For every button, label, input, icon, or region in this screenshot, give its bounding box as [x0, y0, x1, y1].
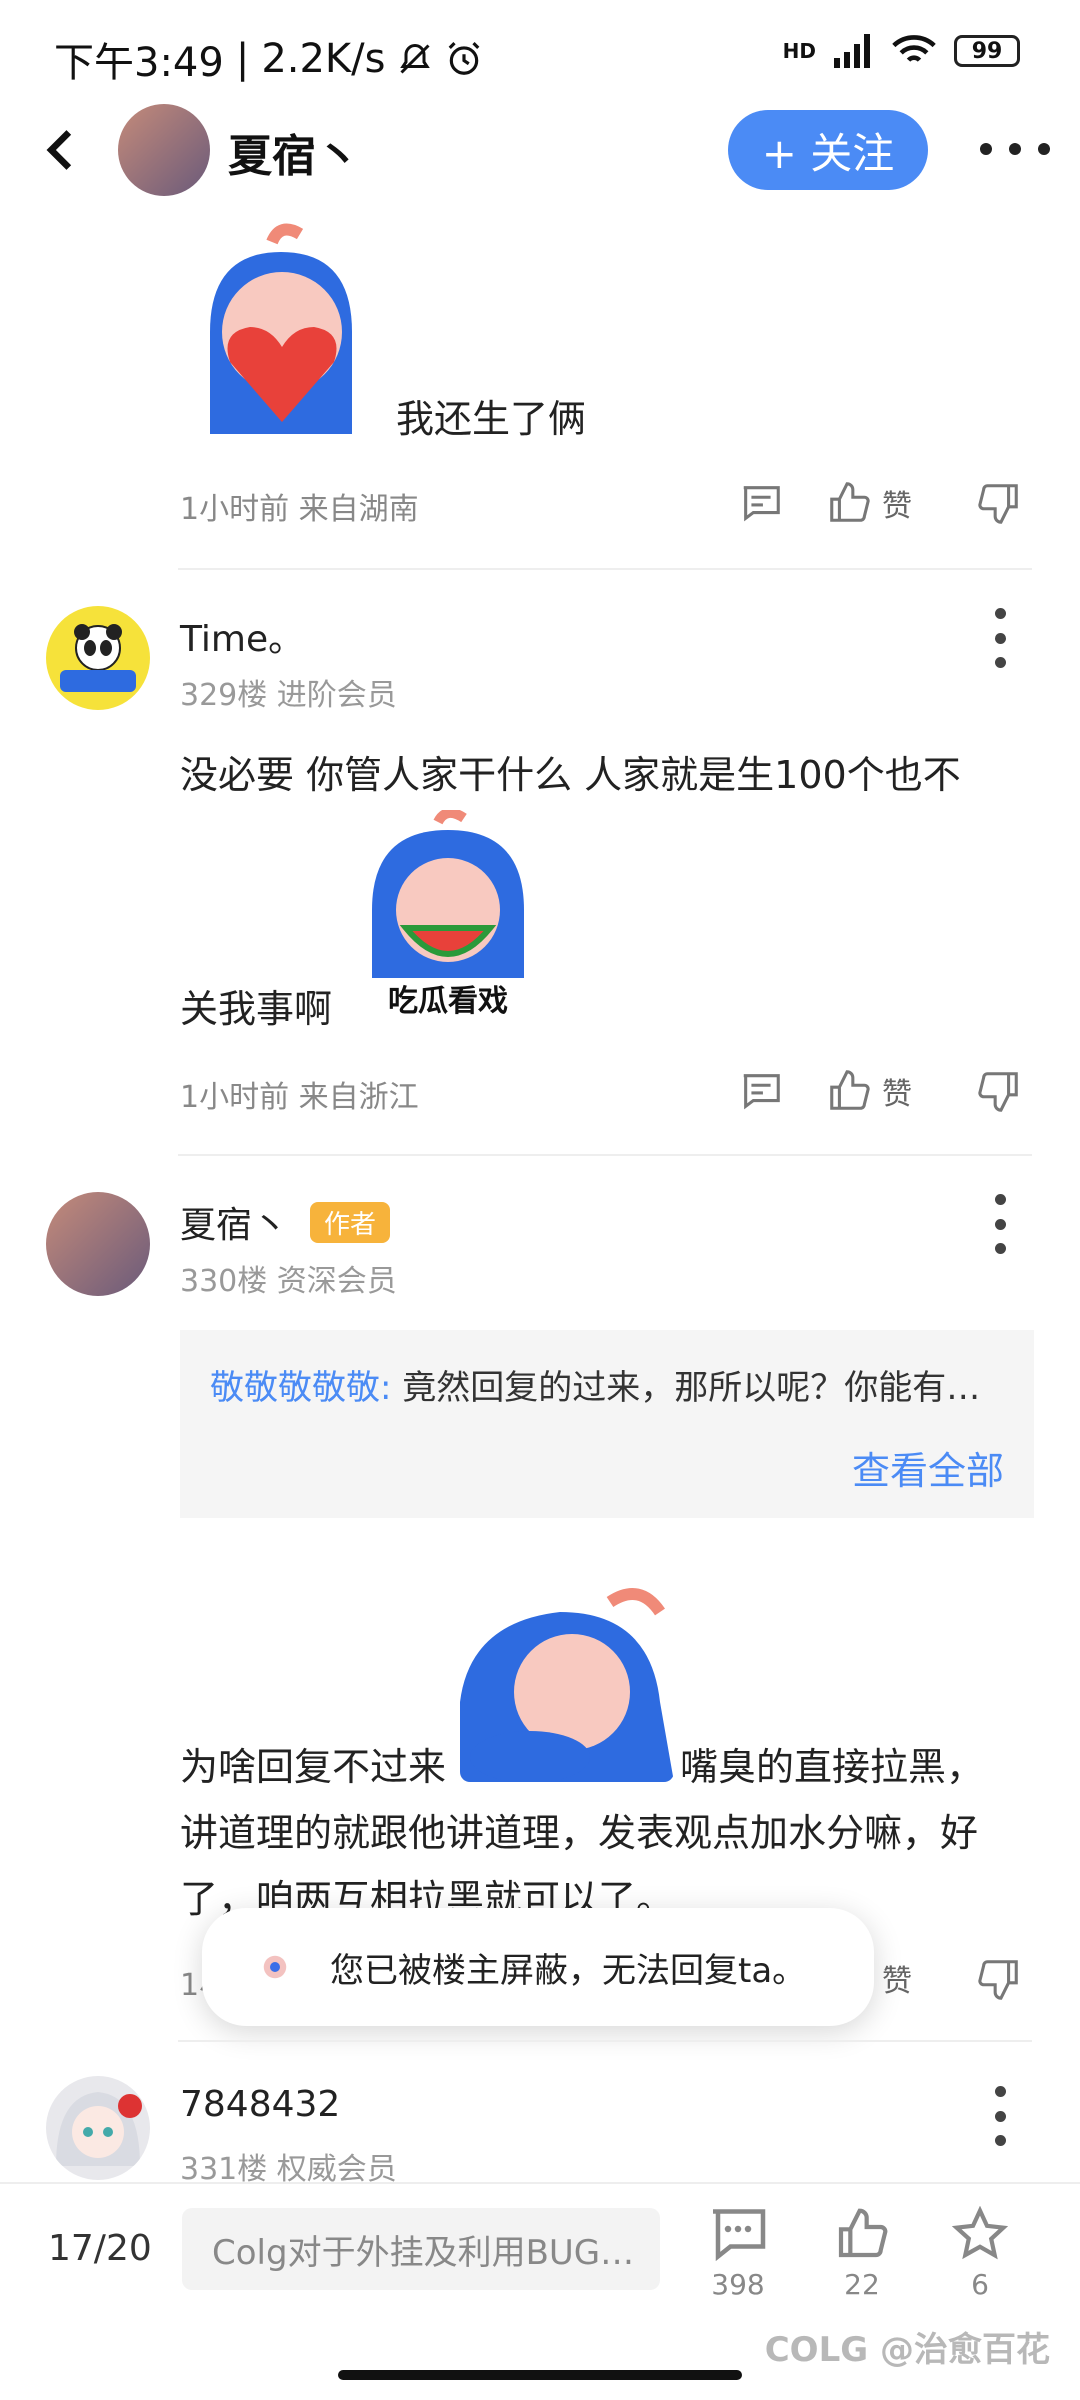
divider: [178, 1154, 1032, 1156]
toast-message: 您已被楼主屏蔽，无法回复ta。: [202, 1908, 874, 2026]
username[interactable]: Time。: [180, 610, 304, 662]
follow-button[interactable]: + 关注: [728, 110, 928, 190]
post-text: 为啥回复不过来: [180, 1745, 447, 1789]
post-meta: 1小时前 来自浙江: [180, 1080, 419, 1115]
floor-info: 329楼 进阶会员: [180, 678, 397, 713]
like-label: 赞: [882, 489, 912, 524]
watermelon-sticker: 吃瓜看戏: [356, 810, 540, 1020]
like-count: 22: [844, 2268, 880, 2301]
more-options-button[interactable]: [980, 124, 1050, 174]
mute-bell-icon: [400, 43, 431, 74]
dislike-button[interactable]: [976, 1068, 1022, 1114]
author-name[interactable]: 夏宿丶: [228, 120, 360, 184]
post-text: 嘴臭的直接拉黑，: [680, 1745, 985, 1789]
hd-label: HD: [782, 39, 816, 63]
quoted-reply[interactable]: 敬敬敬敬敬: 竟然回复的过来，那所以呢？你能有… 查看全部: [180, 1330, 1034, 1518]
author-badge: 作者: [310, 1201, 391, 1243]
app-logo-icon: [263, 1955, 287, 1979]
status-bar: 下午3:49 | 2.2K/s HD 99: [0, 0, 1080, 110]
comment-input[interactable]: Colg对于外挂及利用BUG…: [182, 2208, 660, 2290]
username[interactable]: 7848432: [180, 2084, 340, 2125]
username-row: 夏宿丶 作者: [180, 1196, 391, 1248]
star-icon: [951, 2206, 1009, 2260]
quote-text: 竟然回复的过来，那所以呢？你能有…: [402, 1368, 981, 1408]
author-avatar[interactable]: [118, 104, 210, 196]
network-speed: 2.2K/s: [261, 36, 386, 82]
status-left: 下午3:49 | 2.2K/s: [54, 30, 483, 88]
post-text: 没必要 你管人家干什么 人家就是生100个也不: [180, 753, 961, 797]
user-avatar[interactable]: [46, 2076, 150, 2180]
dislike-button[interactable]: [976, 480, 1022, 526]
sticker-caption: 吃瓜看戏: [388, 984, 508, 1019]
heart-sticker: [190, 222, 372, 434]
favorite-count: 6: [971, 2268, 989, 2301]
reply-button[interactable]: [738, 480, 784, 526]
view-all-link[interactable]: 查看全部: [852, 1440, 1004, 1495]
post-menu-button[interactable]: [990, 2086, 1010, 2146]
toast-text: 您已被楼主屏蔽，无法回复ta。: [330, 1950, 807, 1991]
like-label: 赞: [882, 1077, 912, 1112]
signal-icon: [834, 34, 870, 68]
page-indicator[interactable]: 17/20: [48, 2228, 152, 2269]
like-post-button[interactable]: 22: [832, 2206, 892, 2301]
comments-button[interactable]: 398: [708, 2206, 768, 2301]
username[interactable]: 夏宿丶: [180, 1196, 288, 1248]
thumbs-down-icon: [978, 1960, 1018, 2000]
back-button[interactable]: [30, 110, 90, 190]
divider: [178, 2040, 1032, 2042]
status-right: HD 99: [783, 34, 1020, 68]
resting-sticker: [460, 1582, 674, 1782]
home-indicator[interactable]: [338, 2370, 742, 2380]
alarm-icon: [449, 42, 480, 75]
watermark: COLG @治愈百花: [764, 2330, 1050, 2370]
post-menu-button[interactable]: [990, 608, 1010, 668]
comment-icon: [743, 486, 780, 522]
dislike-button[interactable]: [976, 1956, 1022, 2002]
clock: 下午3:49: [54, 40, 224, 86]
post-text: 我还生了俩: [396, 397, 587, 441]
thumbs-up-icon: [838, 2208, 888, 2258]
like-button[interactable]: 赞: [826, 480, 912, 526]
post-text: 讲道理的就跟他讲道理，发表观点加水分嘛，好: [180, 1811, 979, 1855]
battery-indicator: 99: [954, 35, 1020, 67]
floor-info: 330楼 资深会员: [180, 1264, 397, 1299]
user-avatar[interactable]: [46, 1192, 150, 1296]
thumbs-up-icon: [830, 1070, 870, 1110]
comment-icon: [713, 2209, 766, 2262]
chevron-left-icon: [46, 130, 72, 170]
post-text: 关我事啊: [180, 987, 333, 1031]
post-meta: 1小时前 来自湖南: [180, 492, 419, 527]
post-menu-button[interactable]: [990, 1194, 1010, 1254]
thumbs-up-icon: [830, 482, 870, 522]
favorite-button[interactable]: 6: [950, 2206, 1010, 2301]
wifi-icon: [892, 35, 936, 62]
divider: [178, 568, 1032, 570]
like-label: 赞: [882, 1964, 912, 1999]
reply-button[interactable]: [738, 1068, 784, 1114]
user-avatar[interactable]: [46, 606, 150, 710]
comment-icon: [743, 1074, 780, 1110]
thumbs-down-icon: [978, 1072, 1018, 1112]
thumbs-down-icon: [978, 484, 1018, 524]
like-button[interactable]: 赞: [826, 1068, 912, 1114]
quote-username[interactable]: 敬敬敬敬敬:: [210, 1368, 391, 1408]
comment-count: 398: [711, 2268, 765, 2301]
